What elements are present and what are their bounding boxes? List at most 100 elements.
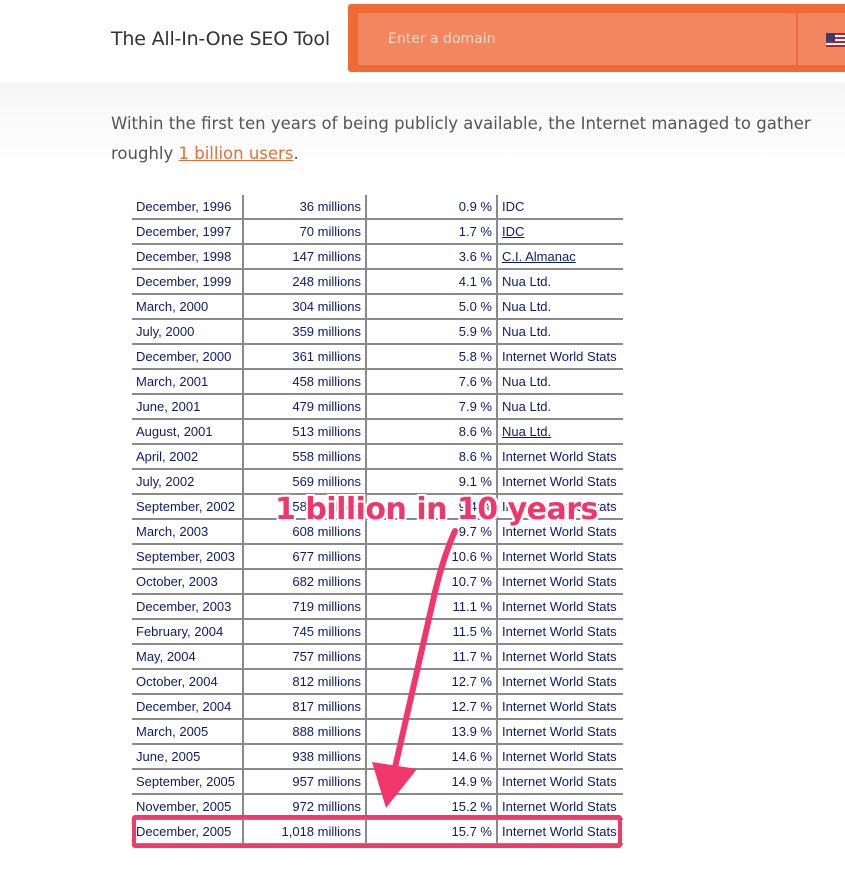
cell-users: 677 millions [242,544,366,570]
site-header: The All-In-One SEO Tool [0,0,845,82]
cell-pct: 8.6 % [365,444,497,470]
table-row: June, 2005 938 millions 14.6 % Internet Wor… [132,744,623,770]
cell-date: June, 2001 [132,394,243,420]
cell-pct: 7.6 % [365,369,497,395]
table-row: October, 2004 812 millions 12.7 % Internet … [132,669,623,695]
cell-date: June, 2005 [132,744,243,770]
cell-date: March, 2003 [132,519,243,545]
cell-pct: 11.1 % [365,594,497,620]
cell-users: 36 millions [242,195,366,220]
cell-pct: 8.6 % [365,419,497,445]
cell-pct: 13.9 % [365,719,497,745]
cell-pct: 1.7 % [365,219,497,245]
cell-source: Internet World Stats [496,344,623,370]
table-row: September, 2003 677 millions 10.6 % Interne… [132,544,623,570]
cell-source: Internet World Stats [496,719,623,745]
domain-search-bar [348,4,845,72]
cell-date: September, 2005 [132,769,243,795]
cell-source: Nua Ltd. [496,369,623,395]
cell-pct: 0.9 % [365,195,497,220]
cell-users: 719 millions [242,594,366,620]
cell-users: 812 millions [242,669,366,695]
cell-users: 569 millions [242,469,366,495]
cell-source[interactable]: Nua Ltd. [496,419,623,445]
cell-source: Nua Ltd. [496,294,623,320]
table-row: December, 2003 719 millions 11.1 % Internet… [132,594,623,620]
cell-pct: 14.6 % [365,744,497,770]
cell-source: Internet World Stats [496,644,623,670]
cell-date: February, 2004 [132,619,243,645]
cell-pct: 9.1 % [365,469,497,495]
cell-pct: 11.7 % [365,644,497,670]
cell-date: December, 1997 [132,219,243,245]
country-selector[interactable] [798,13,845,65]
table-row: March, 2000 304 millions 5.0 % Nua Ltd. [132,294,623,320]
cell-users: 70 millions [242,219,366,245]
us-flag-icon [826,33,845,47]
cell-date: December, 2004 [132,694,243,720]
cell-source[interactable]: IDC [496,219,623,245]
cell-date: March, 2005 [132,719,243,745]
cell-pct: 5.0 % [365,294,497,320]
cell-date: July, 2000 [132,319,243,345]
cell-date: December, 1998 [132,244,243,270]
cell-source: Internet World Stats [496,544,623,570]
cell-date: March, 2001 [132,369,243,395]
billion-users-link[interactable]: 1 billion users [179,144,294,163]
cell-pct: 12.7 % [365,694,497,720]
cell-pct: 11.5 % [365,619,497,645]
cell-users: 361 millions [242,344,366,370]
highlight-box [132,815,622,848]
table-row: September, 2005 957 millions 14.9 % Interne… [132,769,623,795]
cell-date: December, 2003 [132,594,243,620]
table-row: March, 2001 458 millions 7.6 % Nua Ltd. [132,369,623,395]
brand-tagline: The All-In-One SEO Tool [111,28,330,50]
cell-source: Internet World Stats [496,569,623,595]
cell-pct: 5.9 % [365,319,497,345]
table-row: May, 2004 757 millions 11.7 % Internet Worl… [132,644,623,670]
table-row: July, 2002 569 millions 9.1 % Internet Worl… [132,469,623,495]
cell-users: 359 millions [242,319,366,345]
cell-users: 938 millions [242,744,366,770]
cell-pct: 12.7 % [365,669,497,695]
cell-source: Internet World Stats [496,469,623,495]
cell-date: December, 1996 [132,195,243,220]
cell-users: 304 millions [242,294,366,320]
table-row: March, 2005 888 millions 13.9 % Internet Wo… [132,719,623,745]
cell-source: Internet World Stats [496,594,623,620]
cell-users: 513 millions [242,419,366,445]
domain-search-input[interactable] [358,13,796,65]
cell-users: 147 millions [242,244,366,270]
cell-source: Internet World Stats [496,444,623,470]
table-row: August, 2001 513 millions 8.6 % Nua Ltd. [132,419,623,445]
cell-date: July, 2002 [132,469,243,495]
cell-source: IDC [496,195,623,220]
cell-source: Nua Ltd. [496,269,623,295]
intro-text-end: . [293,144,299,163]
cell-users: 888 millions [242,719,366,745]
cell-pct: 7.9 % [365,394,497,420]
table-row: June, 2001 479 millions 7.9 % Nua Ltd. [132,394,623,420]
cell-source[interactable]: C.I. Almanac [496,244,623,270]
cell-users: 479 millions [242,394,366,420]
cell-pct: 3.6 % [365,244,497,270]
cell-date: October, 2004 [132,669,243,695]
cell-source: Internet World Stats [496,619,623,645]
table-row: April, 2002 558 millions 8.6 % Internet Wor… [132,444,623,470]
cell-date: April, 2002 [132,444,243,470]
cell-pct: 14.9 % [365,769,497,795]
cell-users: 757 millions [242,644,366,670]
cell-source: Nua Ltd. [496,319,623,345]
annotation-label: 1 billion in 10 years [275,492,598,527]
cell-date: December, 1999 [132,269,243,295]
table-row: December, 2000 361 millions 5.8 % Internet … [132,344,623,370]
table-row: July, 2000 359 millions 5.9 % Nua Ltd. [132,319,623,345]
intro-paragraph: Within the first ten years of being publ… [111,109,811,169]
table-row: December, 2004 817 millions 12.7 % Internet… [132,694,623,720]
cell-date: August, 2001 [132,419,243,445]
cell-users: 558 millions [242,444,366,470]
cell-date: December, 2000 [132,344,243,370]
cell-date: September, 2002 [132,494,243,520]
table-row: December, 1996 36 millions 0.9 % IDC [132,195,623,220]
table-row: December, 1999 248 millions 4.1 % Nua Ltd. [132,269,623,295]
